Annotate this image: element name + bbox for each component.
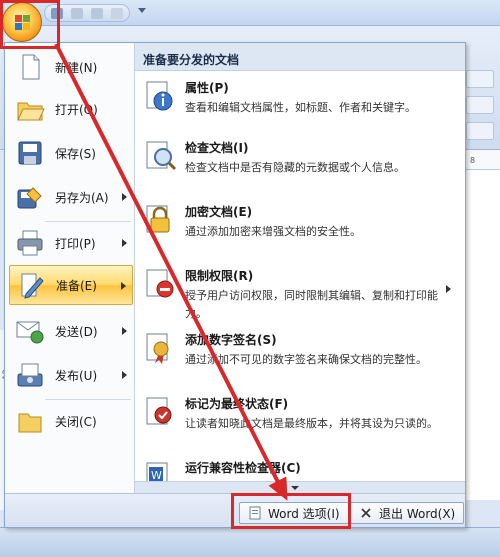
submenu-item-title: 添加数字签名(S) bbox=[185, 333, 277, 347]
document-page[interactable] bbox=[462, 170, 500, 500]
menu-item-label: 发送(D) bbox=[55, 324, 98, 339]
restrict-permission-icon bbox=[143, 267, 177, 301]
office-menu: 新建(N) 打开(O) 保存(S) 另存为(A) 打印(P) 准备(E) 发送(… bbox=[4, 42, 466, 528]
submenu-item-title: 标记为最终状态(F) bbox=[185, 397, 289, 411]
submenu-item-description: 检查文档中是否有隐藏的元数据或个人信息。 bbox=[185, 161, 405, 174]
menu-item-save[interactable]: 保存(S) bbox=[9, 133, 133, 173]
status-bar bbox=[0, 527, 500, 557]
submenu-item-encrypt[interactable]: 加密文档(E) 通过添加加密来增强文档的安全性。 bbox=[135, 199, 465, 241]
submenu-item-description: 授予用户访问权限，同时限制其编辑、复制和打印能力。 bbox=[185, 289, 438, 320]
horizontal-ruler: 8 bbox=[462, 150, 500, 170]
menu-command-list: 新建(N) 打开(O) 保存(S) 另存为(A) 打印(P) 准备(E) 发送(… bbox=[5, 43, 135, 493]
publish-icon bbox=[15, 360, 45, 390]
menu-item-label: 打印(P) bbox=[55, 236, 96, 251]
chevron-down-icon bbox=[291, 486, 299, 490]
submenu-item-description: 让读者知晓此文档是最终版本，并将其设为只读的。 bbox=[185, 417, 438, 430]
menu-item-label: 保存(S) bbox=[55, 146, 96, 161]
submenu-item-title: 属性(P) bbox=[185, 81, 229, 95]
print-icon[interactable] bbox=[111, 8, 123, 19]
close-icon bbox=[359, 506, 373, 520]
menu-item-save-as[interactable]: 另存为(A) bbox=[9, 177, 133, 217]
prepare-submenu: 准备要分发的文档 属性(P) 查看和编辑文档属性，如标题、作者和关键字。 检查文… bbox=[135, 43, 465, 493]
menu-separator bbox=[45, 221, 131, 222]
submenu-item-digital-signature[interactable]: 添加数字签名(S) 通过添加不可见的数字签名来确保文档的完整性。 bbox=[135, 327, 465, 369]
submenu-item-inspect[interactable]: 检查文档(I) 检查文档中是否有隐藏的元数据或个人信息。 bbox=[135, 135, 465, 177]
customize-toolbar-icon[interactable] bbox=[138, 8, 146, 13]
menu-item-label: 打开(O) bbox=[55, 102, 98, 117]
menu-item-label: 准备(E) bbox=[56, 278, 97, 293]
submenu-item-properties[interactable]: 属性(P) 查看和编辑文档属性，如标题、作者和关键字。 bbox=[135, 75, 465, 117]
submenu-item-title: 运行兼容性检查器(C) bbox=[185, 461, 301, 475]
menu-item-label: 新建(N) bbox=[55, 60, 98, 75]
submenu-arrow-icon bbox=[121, 282, 126, 290]
submenu-scroll-down[interactable] bbox=[135, 481, 465, 493]
highlight-box-word-options bbox=[231, 493, 351, 529]
ribbon-button[interactable] bbox=[466, 96, 494, 114]
submenu-item-title: 检查文档(I) bbox=[185, 141, 249, 155]
redo-icon[interactable] bbox=[91, 8, 103, 19]
submenu-item-description: 通过添加不可见的数字签名来确保文档的完整性。 bbox=[185, 353, 427, 366]
menu-item-prepare[interactable]: 准备(E) bbox=[9, 265, 133, 305]
submenu-arrow-icon bbox=[122, 371, 127, 379]
close-folder-icon bbox=[15, 406, 45, 436]
submenu-item-restrict[interactable]: 限制权限(R) 授予用户访问权限，同时限制其编辑、复制和打印能力。 bbox=[135, 263, 465, 323]
submenu-item-description: 通过添加加密来增强文档的安全性。 bbox=[185, 225, 361, 238]
menu-item-new[interactable]: 新建(N) bbox=[9, 47, 133, 87]
submenu-header: 准备要分发的文档 bbox=[135, 43, 465, 71]
mark-final-icon bbox=[143, 395, 177, 429]
open-folder-icon bbox=[15, 94, 45, 124]
lock-icon bbox=[143, 203, 177, 237]
ruler-number: 8 bbox=[470, 156, 476, 165]
menu-separator bbox=[45, 399, 131, 400]
menu-item-label: 另存为(A) bbox=[55, 190, 109, 205]
prepare-pen-icon bbox=[16, 270, 46, 300]
submenu-arrow-icon bbox=[122, 239, 127, 247]
inspect-document-icon bbox=[143, 139, 177, 173]
save-as-icon bbox=[15, 182, 45, 212]
ribbon-seal-icon bbox=[143, 331, 177, 365]
send-mail-icon bbox=[15, 316, 45, 346]
menu-item-print[interactable]: 打印(P) bbox=[9, 223, 133, 263]
ribbon-button[interactable] bbox=[466, 70, 494, 88]
submenu-arrow-icon bbox=[122, 327, 127, 335]
submenu-item-description: 查看和编辑文档属性，如标题、作者和关键字。 bbox=[185, 101, 416, 114]
menu-item-send[interactable]: 发送(D) bbox=[9, 311, 133, 351]
title-bar bbox=[0, 0, 500, 26]
exit-word-label: 退出 Word(X) bbox=[379, 506, 456, 521]
menu-item-publish[interactable]: 发布(U) bbox=[9, 355, 133, 395]
menu-item-open[interactable]: 打开(O) bbox=[9, 89, 133, 129]
submenu-item-title: 限制权限(R) bbox=[185, 269, 254, 283]
exit-word-button[interactable]: 退出 Word(X) bbox=[350, 502, 465, 524]
printer-icon bbox=[15, 228, 45, 258]
undo-icon[interactable] bbox=[71, 8, 83, 19]
menu-item-close[interactable]: 关闭(C) bbox=[9, 401, 133, 441]
submenu-arrow-icon bbox=[446, 285, 451, 293]
submenu-arrow-icon bbox=[122, 193, 127, 201]
save-disk-icon bbox=[15, 138, 45, 168]
new-document-icon bbox=[15, 52, 45, 82]
submenu-item-title: 加密文档(E) bbox=[185, 205, 253, 219]
properties-icon bbox=[143, 79, 177, 113]
ribbon-button[interactable] bbox=[466, 122, 494, 140]
menu-item-label: 关闭(C) bbox=[55, 414, 97, 429]
submenu-item-mark-final[interactable]: 标记为最终状态(F) 让读者知晓此文档是最终版本，并将其设为只读的。 bbox=[135, 391, 465, 433]
highlight-box-office-button bbox=[0, 0, 60, 49]
menu-item-label: 发布(U) bbox=[55, 368, 98, 383]
